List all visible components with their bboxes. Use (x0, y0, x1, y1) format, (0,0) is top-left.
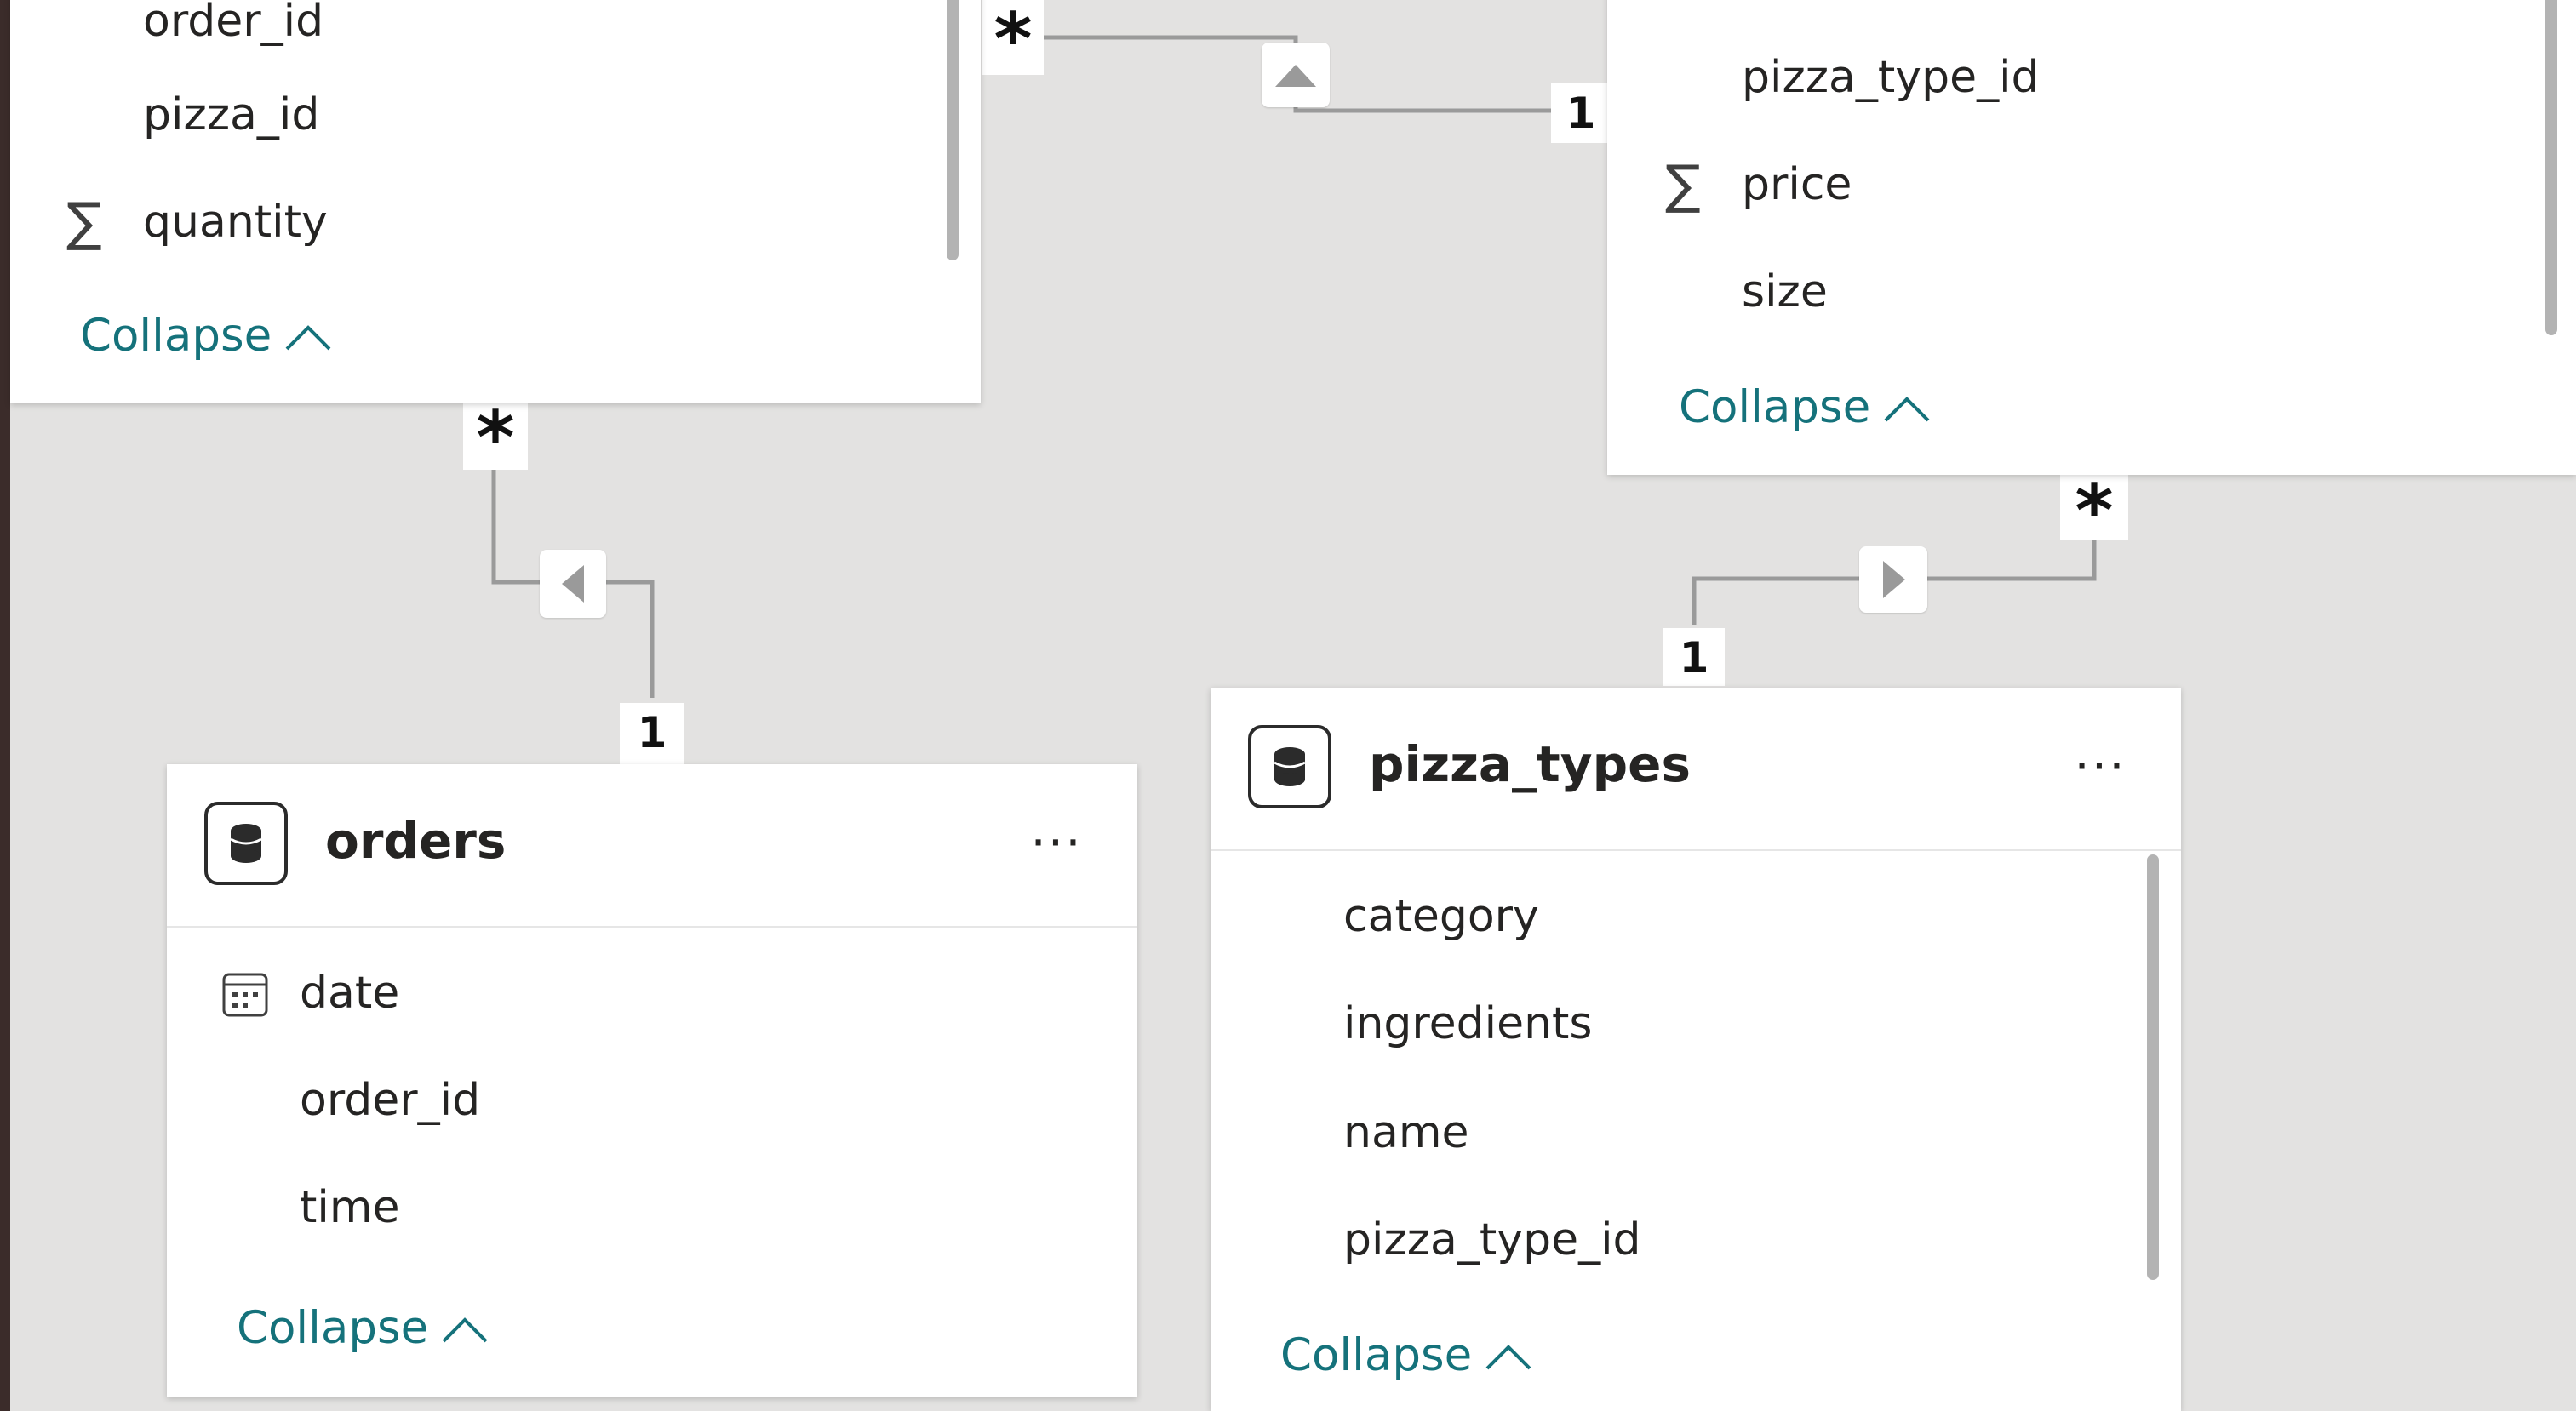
chevron-up-icon (1884, 397, 1930, 422)
field-name: price (1742, 159, 1852, 210)
cardinality-one-pizzas: 1 (1551, 83, 1611, 143)
chevron-up-icon (285, 325, 331, 351)
scrollbar[interactable] (2545, 0, 2557, 335)
field-row[interactable]: ingredients (1211, 994, 2181, 1054)
field-row[interactable]: order_id (10, 0, 981, 51)
scrollbar[interactable] (947, 0, 959, 260)
database-icon (1248, 725, 1331, 808)
table-card-order-details[interactable]: order_id pizza_id ∑ quantity Collapse (10, 0, 981, 403)
table-card-orders[interactable]: orders ··· date order_id time Collapse (167, 764, 1137, 1397)
field-row[interactable]: ∑ quantity (10, 192, 981, 252)
field-row[interactable]: pizza_id (10, 85, 981, 145)
field-row[interactable]: time (167, 1178, 1137, 1237)
calendar-icon (222, 973, 268, 1017)
table-header[interactable]: orders ··· (167, 764, 1137, 928)
sigma-icon: ∑ (66, 191, 102, 253)
filter-direction-arrow-right[interactable] (1859, 546, 1927, 613)
collapse-label: Collapse (1280, 1329, 1473, 1381)
field-row[interactable]: category (1211, 887, 2181, 946)
field-name: category (1343, 891, 1539, 942)
field-name: pizza_id (143, 89, 320, 140)
field-row[interactable]: ∑ price (1607, 155, 2576, 214)
field-name: order_id (143, 0, 324, 47)
cardinality-many-pizzas-to-pizza-types: * (2060, 471, 2128, 551)
more-options-icon[interactable]: ··· (2070, 741, 2130, 793)
sigma-icon: ∑ (1665, 153, 1701, 215)
database-icon (204, 802, 288, 885)
field-name: pizza_type_id (1742, 52, 2040, 103)
field-name: pizza_type_id (1343, 1214, 1641, 1265)
collapse-label: Collapse (237, 1302, 429, 1354)
filter-direction-arrow-up[interactable] (1262, 43, 1330, 107)
field-name: size (1742, 266, 1828, 317)
field-row[interactable]: name (1211, 1103, 2181, 1163)
table-card-pizzas[interactable]: pizza_id pizza_type_id ∑ price size Coll… (1607, 0, 2576, 475)
table-title: pizza_types (1369, 735, 1691, 793)
chevron-up-icon (442, 1317, 488, 1343)
field-row[interactable]: pizza_type_id (1211, 1210, 2181, 1270)
more-options-icon[interactable]: ··· (1027, 818, 1086, 870)
field-row[interactable]: size (1607, 262, 2576, 322)
collapse-label: Collapse (80, 310, 272, 362)
cardinality-one-pizza-types: 1 (1663, 628, 1725, 686)
field-row[interactable]: pizza_type_id (1607, 48, 2576, 107)
chevron-up-icon (1485, 1345, 1531, 1370)
collapse-label: Collapse (1679, 381, 1871, 433)
cardinality-many-order-details-to-pizzas: * (982, 0, 1044, 80)
table-title: orders (325, 812, 507, 870)
collapse-button[interactable]: Collapse (80, 306, 333, 366)
field-row[interactable]: pizza_id (1607, 0, 2576, 5)
collapse-button[interactable]: Collapse (237, 1299, 489, 1358)
field-name: order_id (300, 1075, 481, 1126)
field-name: date (300, 968, 400, 1019)
filter-direction-arrow-left[interactable] (540, 550, 606, 618)
table-header[interactable]: pizza_types ··· (1211, 688, 2181, 851)
field-name: time (300, 1182, 400, 1233)
field-row[interactable]: order_id (167, 1071, 1137, 1130)
field-name: name (1343, 1107, 1469, 1158)
cardinality-one-orders: 1 (620, 703, 684, 764)
scrollbar[interactable] (2147, 854, 2159, 1280)
field-name: pizza_id (1742, 0, 1918, 5)
collapse-button[interactable]: Collapse (1679, 378, 1932, 437)
field-name: quantity (143, 197, 328, 248)
field-row[interactable]: date (167, 963, 1137, 1023)
field-name: ingredients (1343, 998, 1593, 1049)
table-card-pizza-types[interactable]: pizza_types ··· category ingredients nam… (1211, 688, 2181, 1411)
collapse-button[interactable]: Collapse (1280, 1326, 1533, 1385)
cardinality-many-order-details-to-orders: * (463, 398, 528, 478)
